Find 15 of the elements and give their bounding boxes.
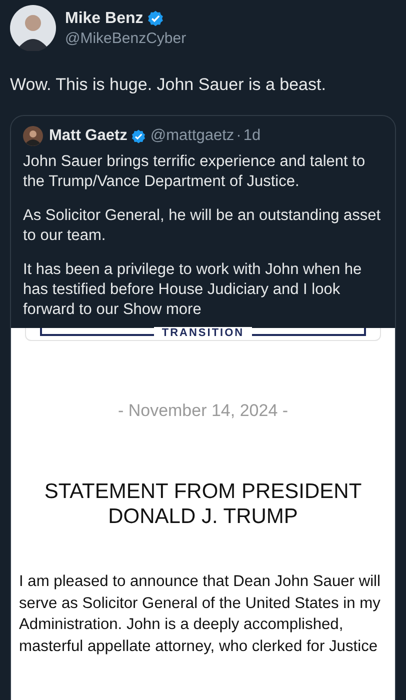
document-body: I am pleased to announce that Dean John Sauer will serve as Solicitor General of the United States in my Administration. John is a deeply accomplished, masterful appellate attorney, who clerked for Justice bbox=[19, 572, 382, 658]
quoted-author-handle[interactable]: @mattgaetz bbox=[150, 127, 234, 145]
post-time: 1d bbox=[243, 127, 261, 145]
banner-text: TRANSITION bbox=[154, 327, 252, 339]
author-name[interactable]: Mike Benz bbox=[65, 10, 144, 28]
separator-dot: · bbox=[236, 127, 242, 145]
quoted-author-name[interactable]: Matt Gaetz bbox=[49, 127, 128, 145]
post-text: Wow. This is huge. John Sauer is a beast. bbox=[10, 75, 327, 95]
quoted-paragraph: John Sauer brings terrific experience and talent to the Trump/Vance Department of Justice. bbox=[23, 152, 366, 192]
quoted-paragraph: It has been a privilege to work with John when he has testified before House Judiciary and I look forward to our Show more bbox=[23, 260, 363, 320]
quoted-paragraph: As Solicitor General, he will be an outstanding asset to our team. bbox=[23, 206, 382, 246]
document-date: - November 14, 2024 - bbox=[116, 401, 290, 421]
show-more-link[interactable]: Show more bbox=[122, 301, 202, 318]
author-handle[interactable]: @MikeBenzCyber bbox=[65, 30, 186, 46]
document-title: STATEMENT FROM PRESIDENT DONALD J. TRUMP bbox=[43, 479, 363, 529]
